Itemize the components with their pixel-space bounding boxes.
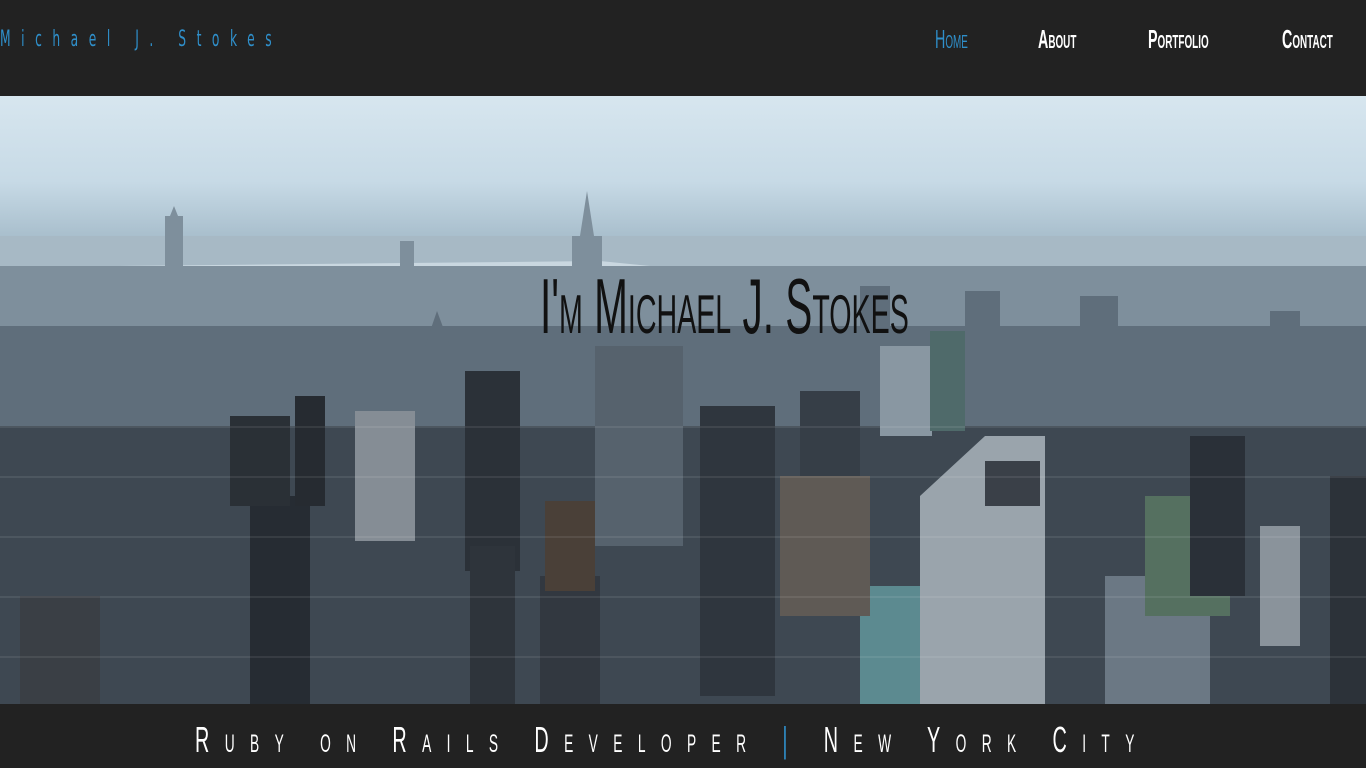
brand-name[interactable]: Michael J. Stokes (0, 24, 282, 56)
tagline-role: Ruby on Rails Developer (195, 719, 762, 760)
tagline-location: New York City (823, 719, 1150, 760)
tagline: Ruby on Rails Developer | New York City (195, 720, 1150, 760)
tagline-separator: | (782, 719, 803, 760)
tagline-band: Ruby on Rails Developer | New York City (0, 704, 1366, 768)
nav-contact[interactable]: Contact (1282, 22, 1333, 56)
hero-section: I'm Michael J. Stokes (0, 96, 1366, 704)
nav-portfolio[interactable]: Portfolio (1148, 22, 1209, 56)
top-navbar: Michael J. Stokes Home About Portfolio C… (0, 0, 1366, 96)
nav-home[interactable]: Home (935, 22, 968, 56)
city-skyline-image (0, 191, 1366, 704)
hero-title: I'm Michael J. Stokes (540, 262, 909, 350)
nav-about[interactable]: About (1038, 22, 1076, 56)
